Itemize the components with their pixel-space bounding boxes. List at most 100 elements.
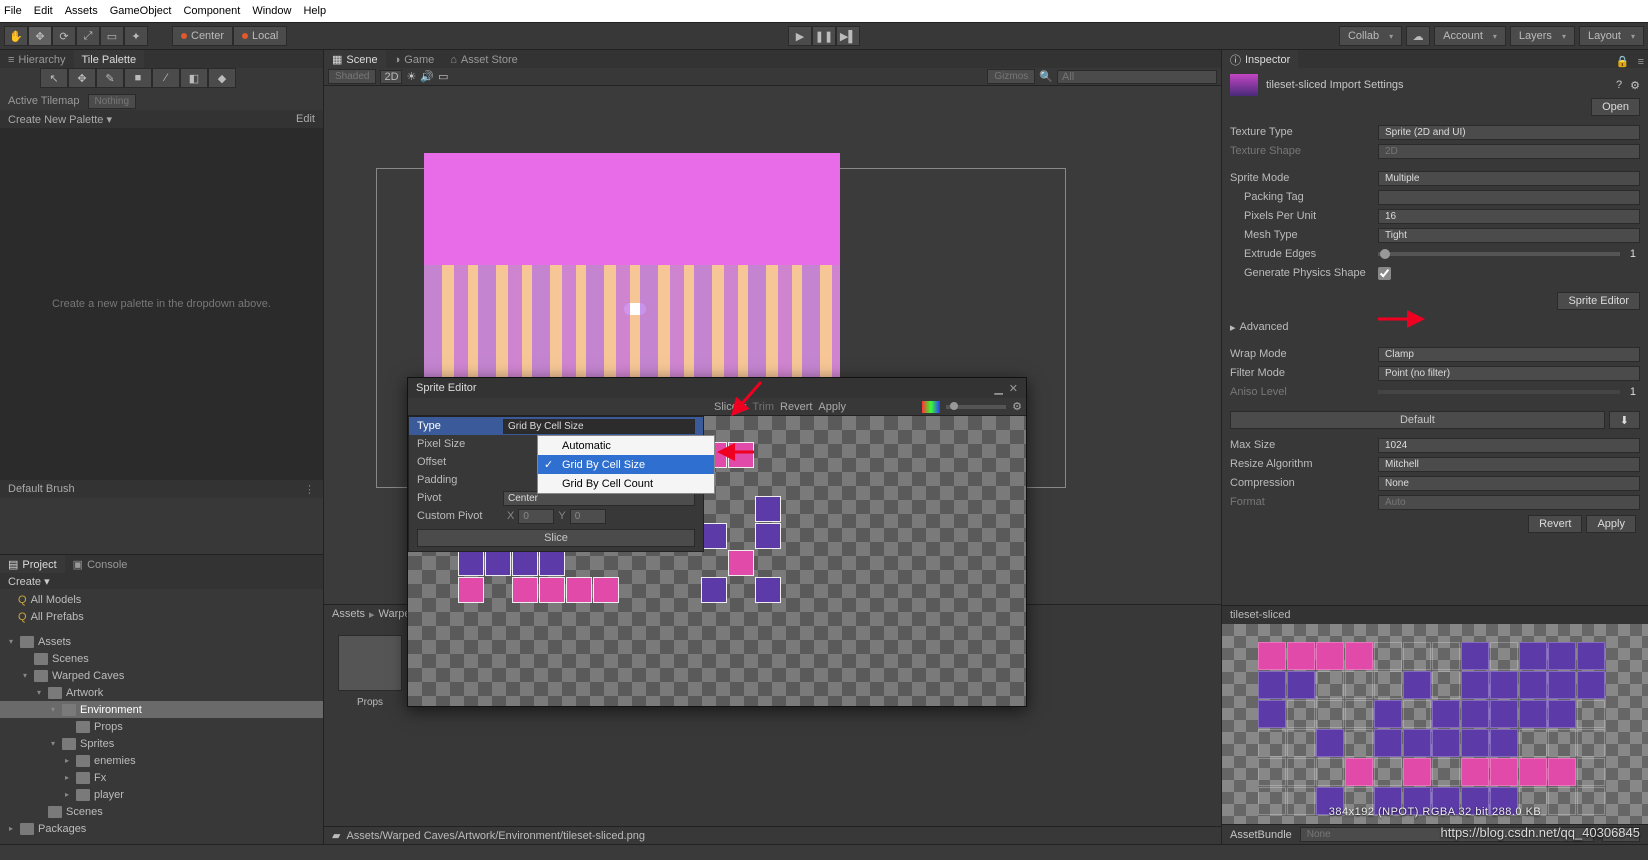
menu-assets[interactable]: Assets — [65, 5, 98, 17]
rgb-icon[interactable] — [922, 401, 940, 413]
sprite-editor-titlebar[interactable]: Sprite Editor ▁✕ — [408, 378, 1026, 398]
center-toggle[interactable]: Center — [172, 26, 233, 46]
se-gear-icon[interactable]: ⚙ — [1012, 400, 1022, 413]
tree-item-scenes[interactable]: Scenes — [0, 650, 323, 667]
help-icon[interactable]: ? — [1616, 79, 1622, 91]
box-tool-icon[interactable]: ■ — [124, 68, 152, 88]
sprite-editor-button[interactable]: Sprite Editor — [1557, 292, 1640, 310]
select-tool-icon[interactable]: ↖ — [40, 68, 68, 88]
opt-grid-by-cell-count[interactable]: Grid By Cell Count — [538, 474, 714, 493]
tree-item-scenes[interactable]: Scenes — [0, 803, 323, 820]
tree-item-fx[interactable]: ▸Fx — [0, 769, 323, 786]
sprite-mode-dropdown[interactable]: Multiple — [1378, 171, 1640, 186]
mesh-type-dropdown[interactable]: Tight — [1378, 228, 1640, 243]
tree-item-environment[interactable]: ▾Environment — [0, 701, 323, 718]
ppu-input[interactable]: 16 — [1378, 209, 1640, 224]
wrap-dropdown[interactable]: Clamp — [1378, 347, 1640, 362]
active-tilemap-dropdown[interactable]: Nothing — [88, 94, 136, 109]
move-tool-icon[interactable]: ✥ — [28, 26, 52, 46]
tree-item-packages[interactable]: ▸Packages — [0, 820, 323, 837]
menu-gameobject[interactable]: GameObject — [110, 5, 172, 17]
preview-image[interactable]: 384x192 (NPOT) RGBA 32 bit 288.0 KB — [1222, 624, 1648, 824]
resize-dropdown[interactable]: Mitchell — [1378, 457, 1640, 472]
tree-item-player[interactable]: ▸player — [0, 786, 323, 803]
tree-item-enemies[interactable]: ▸enemies — [0, 752, 323, 769]
menu-icon[interactable]: ≡ — [1634, 56, 1648, 68]
se-apply-button[interactable]: Apply — [818, 401, 846, 413]
apply-button[interactable]: Apply — [1586, 515, 1636, 533]
menu-help[interactable]: Help — [303, 5, 326, 17]
cloud-icon[interactable]: ☁ — [1406, 26, 1430, 46]
shaded-dropdown[interactable]: Shaded — [328, 69, 376, 84]
rotate-tool-icon[interactable]: ⟳ — [52, 26, 76, 46]
layers-dropdown[interactable]: Layers — [1510, 26, 1575, 46]
menu-file[interactable]: File — [4, 5, 22, 17]
tree-item-warped-caves[interactable]: ▾Warped Caves — [0, 667, 323, 684]
collab-dropdown[interactable]: Collab — [1339, 26, 1402, 46]
close-icon[interactable]: ✕ — [1009, 382, 1018, 395]
eraser-tool-icon[interactable]: ◧ — [180, 68, 208, 88]
tree-item-artwork[interactable]: ▾Artwork — [0, 684, 323, 701]
picker-tool-icon[interactable]: ⁄ — [152, 68, 180, 88]
tab-project[interactable]: ▤Project — [0, 555, 65, 573]
menu-component[interactable]: Component — [183, 5, 240, 17]
move-tool-icon[interactable]: ✥ — [68, 68, 96, 88]
scene-search[interactable] — [1057, 70, 1217, 84]
fx-icon[interactable]: ▭ — [438, 70, 448, 83]
quick-all-prefabs[interactable]: QAll Prefabs — [0, 608, 323, 625]
gizmos-dropdown[interactable]: Gizmos — [987, 69, 1035, 84]
tree-item-props[interactable]: Props — [0, 718, 323, 735]
texture-type-dropdown[interactable]: Sprite (2D and UI) — [1378, 125, 1640, 140]
opt-automatic[interactable]: Automatic — [538, 436, 714, 455]
create-dropdown[interactable]: Create ▾ — [8, 575, 50, 588]
play-icon[interactable]: ▶ — [788, 26, 812, 46]
platform-standalone-icon[interactable]: ⬇ — [1609, 411, 1640, 429]
tab-game[interactable]: ◑Game — [386, 50, 443, 68]
transform-tool-icon[interactable]: ✦ — [124, 26, 148, 46]
platform-default-tab[interactable]: Default — [1230, 411, 1605, 429]
create-palette-dropdown[interactable]: Create New Palette ▾ — [8, 113, 112, 126]
tab-asset-store[interactable]: ⌂Asset Store — [442, 50, 526, 68]
quick-all-models[interactable]: QAll Models — [0, 591, 323, 608]
tab-inspector[interactable]: ⓘInspector — [1222, 50, 1298, 68]
fill-tool-icon[interactable]: ◆ — [208, 68, 236, 88]
mode-2d-toggle[interactable]: 2D — [380, 70, 402, 84]
rect-tool-icon[interactable]: ▭ — [100, 26, 124, 46]
account-dropdown[interactable]: Account — [1434, 26, 1506, 46]
brush-tool-icon[interactable]: ✎ — [96, 68, 124, 88]
alpha-slider[interactable] — [946, 405, 1006, 409]
light-icon[interactable]: ☀ — [406, 70, 416, 83]
tab-scene[interactable]: ▦Scene — [324, 50, 386, 68]
menu-edit[interactable]: Edit — [34, 5, 53, 17]
open-button[interactable]: Open — [1591, 98, 1640, 116]
default-brush-row[interactable]: Default Brush⋮ — [0, 480, 323, 498]
filter-dropdown[interactable]: Point (no filter) — [1378, 366, 1640, 381]
step-icon[interactable]: ▶▌ — [836, 26, 860, 46]
tree-item-assets[interactable]: ▾Assets — [0, 633, 323, 650]
advanced-foldout[interactable]: ▸ Advanced — [1230, 318, 1640, 336]
asset-folder-props[interactable]: Props — [336, 635, 404, 708]
packing-tag-input[interactable] — [1378, 190, 1640, 205]
compression-dropdown[interactable]: None — [1378, 476, 1640, 491]
revert-button[interactable]: Revert — [1528, 515, 1582, 533]
tab-tile-palette[interactable]: Tile Palette — [74, 50, 145, 68]
gear-icon[interactable]: ⚙ — [1630, 79, 1640, 92]
tab-console[interactable]: ▣Console — [65, 555, 136, 573]
type-dropdown[interactable]: Grid By Cell Size — [503, 419, 695, 434]
edit-button[interactable]: Edit — [296, 113, 315, 125]
opt-grid-by-cell-size[interactable]: ✓Grid By Cell Size — [538, 455, 714, 474]
minimize-icon[interactable]: ▁ — [994, 382, 1002, 395]
scale-tool-icon[interactable]: ⤢ — [76, 26, 100, 46]
search-icon[interactable]: 🔍 — [1039, 70, 1053, 83]
crumb-assets[interactable]: Assets — [332, 608, 365, 620]
lock-icon[interactable]: 🔒 — [1612, 55, 1634, 68]
extrude-slider[interactable] — [1378, 252, 1620, 256]
tree-item-sprites[interactable]: ▾Sprites — [0, 735, 323, 752]
local-toggle[interactable]: Local — [233, 26, 287, 46]
menu-window[interactable]: Window — [252, 5, 291, 17]
slice-button[interactable]: Slice — [417, 529, 695, 547]
se-revert-button[interactable]: Revert — [780, 401, 812, 413]
gen-physics-checkbox[interactable] — [1378, 267, 1391, 280]
pause-icon[interactable]: ❚❚ — [812, 26, 836, 46]
hand-tool-icon[interactable]: ✋ — [4, 26, 28, 46]
